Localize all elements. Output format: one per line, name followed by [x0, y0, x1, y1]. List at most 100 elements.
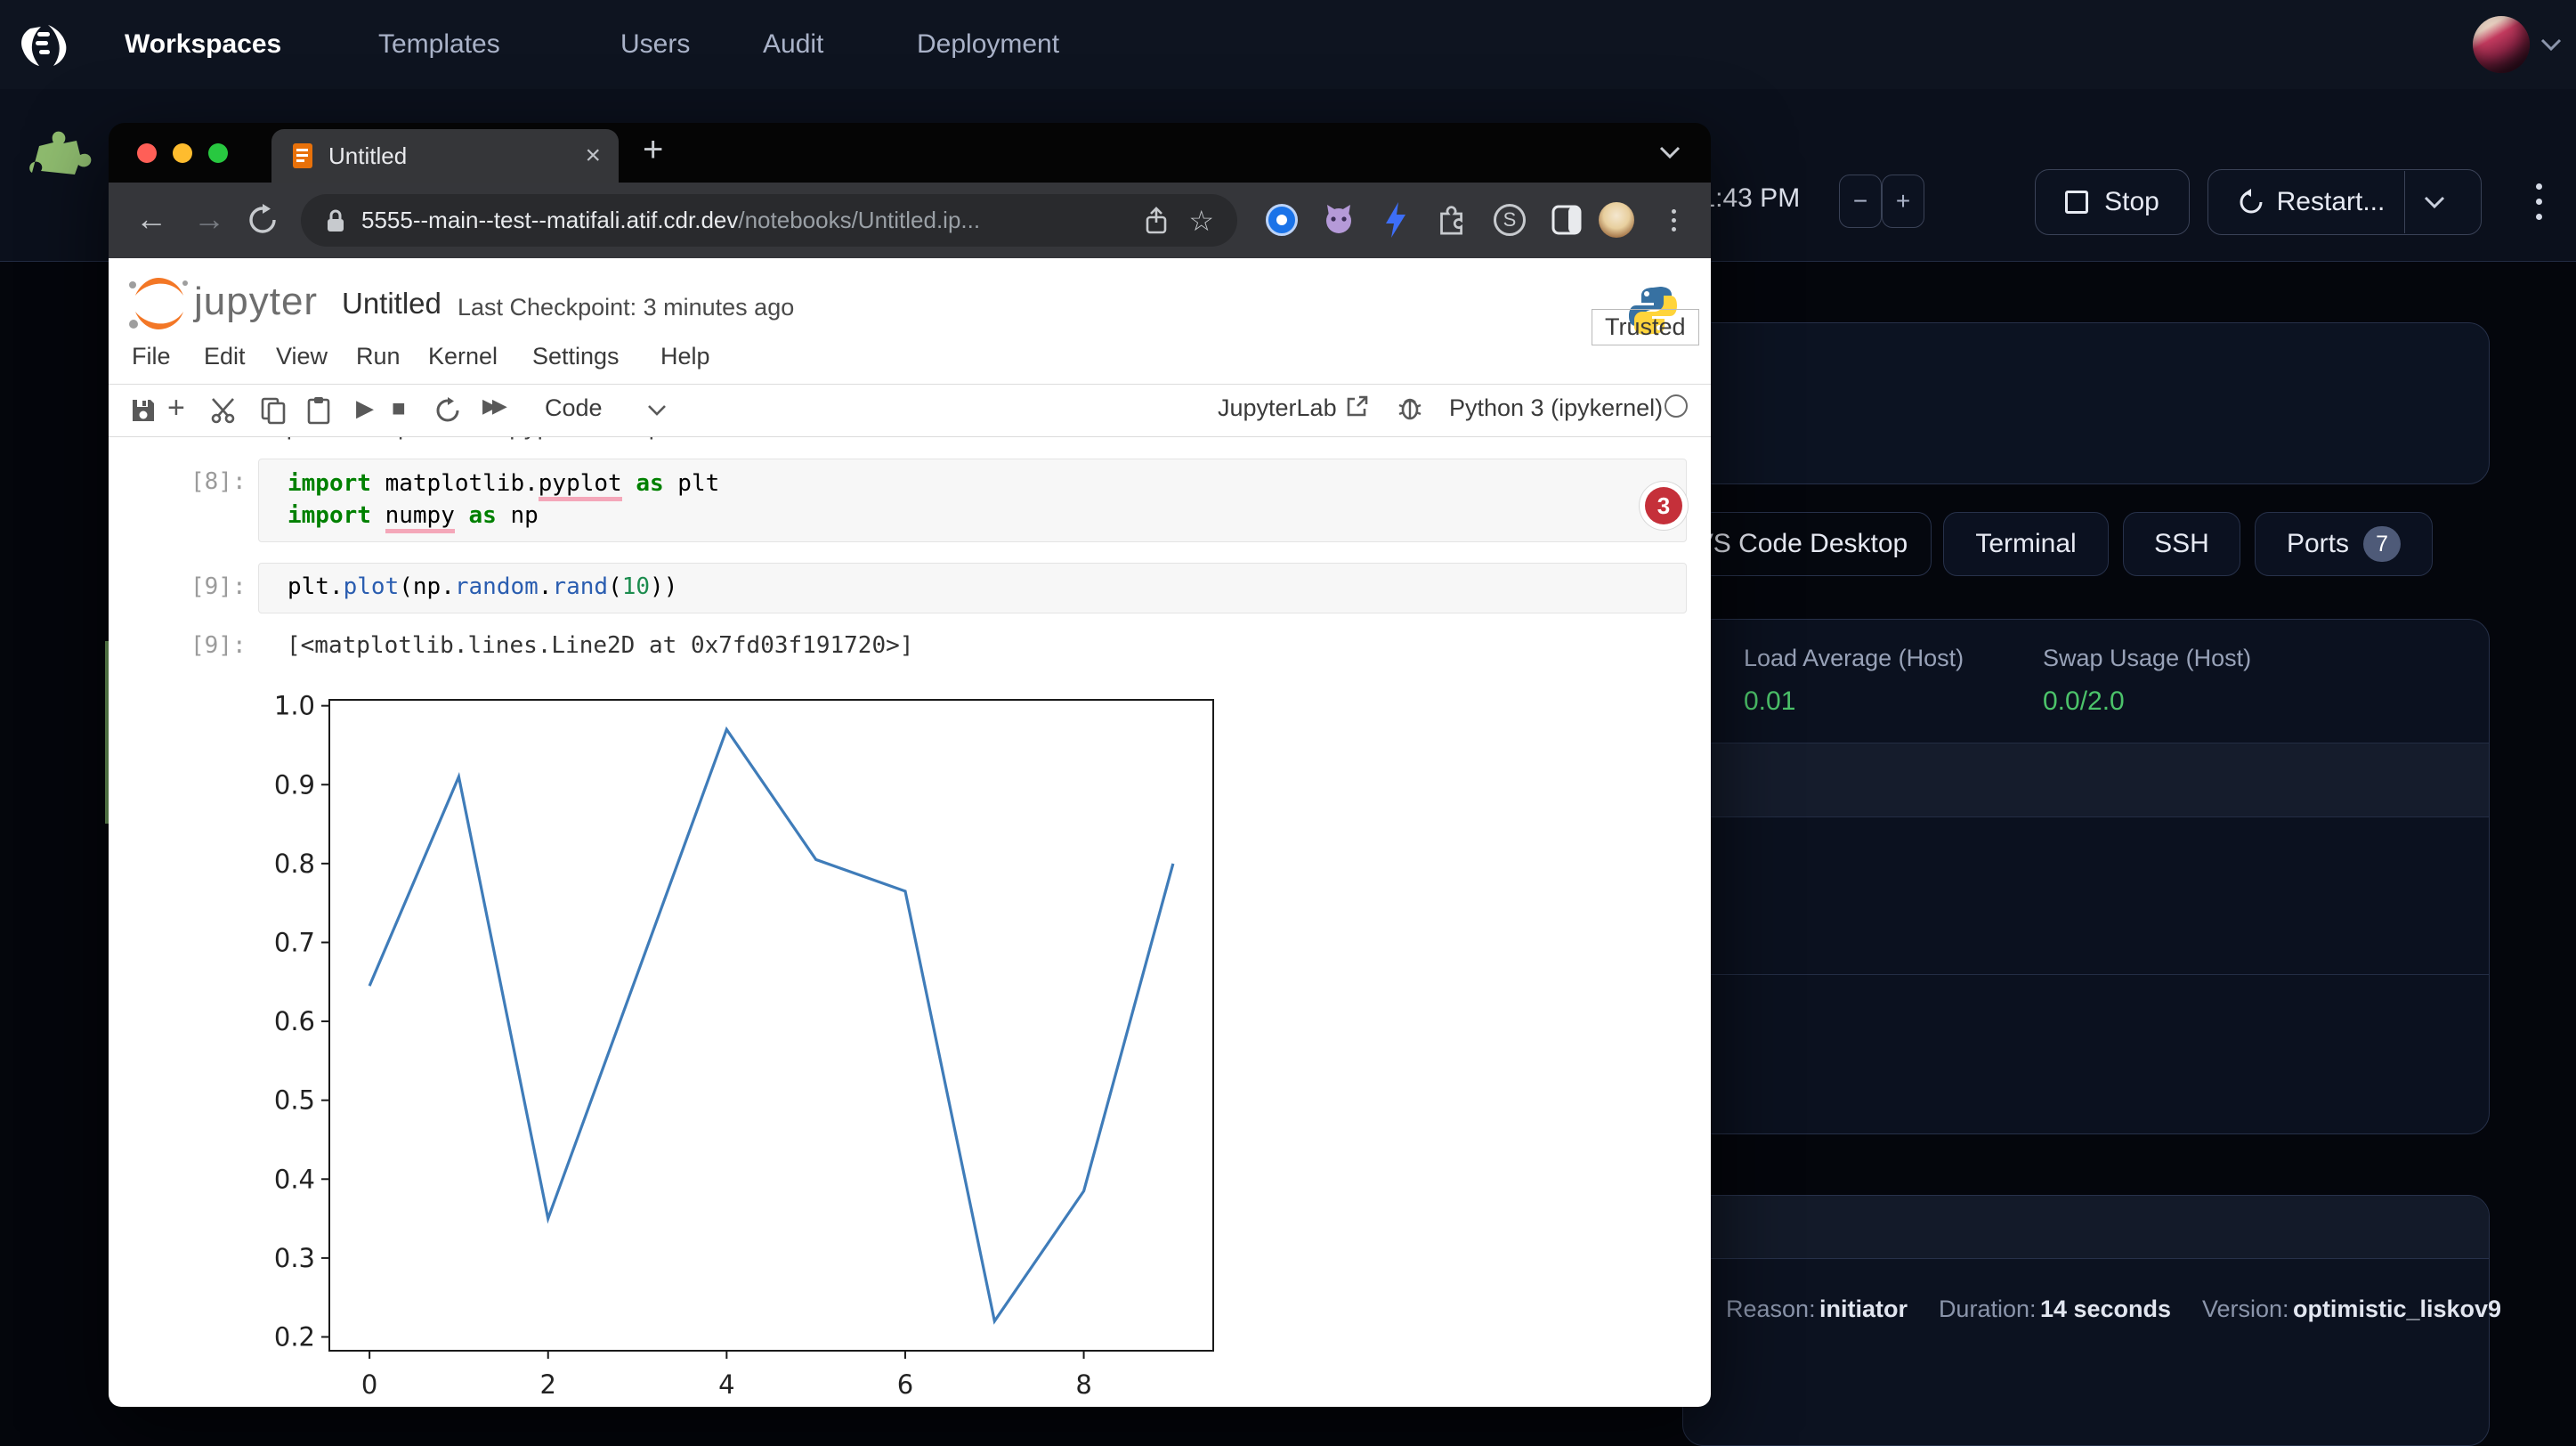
notebook-favicon	[291, 142, 314, 169]
ssh-button[interactable]: SSH	[2123, 512, 2240, 576]
refresh-icon[interactable]	[247, 204, 279, 236]
jupyter-page: jupyter Untitled Last Checkpoint: 3 minu…	[109, 258, 1711, 1407]
browser-kebab-menu-icon[interactable]	[1654, 200, 1693, 240]
sidebar-item-workspaces[interactable]: Workspaces	[125, 0, 281, 89]
restart-icon	[2238, 189, 2264, 215]
sidebar-item-audit[interactable]: Audit	[763, 0, 823, 89]
svg-text:0: 0	[361, 1369, 377, 1400]
onepassword-extension-icon[interactable]	[1262, 200, 1301, 240]
browser-tab-strip: Untitled × +	[109, 123, 1711, 183]
lightning-extension-icon[interactable]	[1376, 200, 1415, 240]
top-nav: Workspaces Templates Users Audit Deploym…	[0, 0, 2576, 89]
menu-run[interactable]: Run	[356, 343, 401, 370]
restart-kernel-icon[interactable]	[434, 397, 461, 424]
profile-avatar-icon[interactable]	[1597, 200, 1636, 240]
menu-kernel[interactable]: Kernel	[428, 343, 498, 370]
zoom-in-button[interactable]: +	[1882, 175, 1924, 228]
jupyter-menubar: File Edit View Run Kernel Settings Help …	[109, 343, 1711, 385]
sidebar-item-templates[interactable]: Templates	[378, 0, 500, 89]
traffic-light-minimize[interactable]	[173, 143, 192, 163]
kebab-menu-icon[interactable]	[2530, 173, 2548, 230]
menu-view[interactable]: View	[276, 343, 328, 370]
debugger-bug-icon[interactable]	[1397, 394, 1422, 421]
s-circle-extension-icon[interactable]: S	[1490, 200, 1529, 240]
chevron-down-icon[interactable]	[2539, 36, 2564, 53]
cut-cell-icon[interactable]	[210, 397, 239, 424]
code-cell-8[interactable]: import matplotlib.pyplot as plt import n…	[258, 459, 1687, 542]
kernel-status-icon	[1665, 394, 1688, 418]
menu-help[interactable]: Help	[660, 343, 710, 370]
tab-search-chevron-icon[interactable]	[1657, 144, 1682, 162]
back-icon[interactable]: ←	[135, 200, 167, 238]
new-tab-button[interactable]: +	[643, 130, 663, 170]
puzzle-piece-extensions-icon[interactable]	[1433, 200, 1472, 240]
checkpoint-status: Last Checkpoint: 3 minutes ago	[458, 294, 794, 321]
jupyter-logo	[125, 276, 192, 331]
restart-menu-chevron-icon[interactable]	[2423, 194, 2446, 210]
svg-text:0.8: 0.8	[274, 849, 315, 879]
url-bar[interactable]: 5555--main--test--matifali.atif.cdr.dev/…	[301, 194, 1237, 247]
svg-text:0.3: 0.3	[274, 1243, 315, 1273]
user-avatar[interactable]	[2473, 16, 2530, 73]
paste-cell-icon[interactable]	[306, 396, 331, 425]
collaborator-count-badge[interactable]: 3	[1640, 482, 1688, 530]
build-info-panel: Reason: initiator Duration: 14 seconds V…	[1682, 1195, 2490, 1446]
stat-swap-usage: Swap Usage (Host) 0.0/2.0	[2043, 645, 2251, 717]
menu-settings[interactable]: Settings	[532, 343, 620, 370]
traffic-light-zoom[interactable]	[208, 143, 228, 163]
svg-text:2: 2	[540, 1369, 556, 1400]
copy-cell-icon[interactable]	[260, 396, 287, 425]
svg-text:1.0: 1.0	[274, 691, 315, 721]
puzzle-extension-icon[interactable]	[23, 126, 94, 180]
lock-icon	[326, 208, 345, 233]
kernel-name[interactable]: Python 3 (ipykernel)	[1449, 394, 1663, 422]
cell-type-select[interactable]: Code	[545, 394, 603, 422]
svg-text:6: 6	[897, 1369, 913, 1400]
menu-edit[interactable]: Edit	[204, 343, 246, 370]
jupyterlab-link[interactable]: JupyterLab	[1218, 394, 1337, 422]
code-cell-9[interactable]: plt.plot(np.random.rand(10))	[258, 563, 1687, 613]
tab-title: Untitled	[328, 142, 407, 170]
restart-button[interactable]: Restart...	[2207, 169, 2482, 235]
ports-button[interactable]: Ports 7	[2255, 512, 2433, 576]
sidebar-item-deployment[interactable]: Deployment	[917, 0, 1059, 89]
trusted-button[interactable]: Trusted	[1592, 309, 1699, 345]
restart-split-divider	[2404, 171, 2405, 233]
restart-run-all-icon[interactable]: ▶▶	[482, 394, 502, 418]
build-info-header	[1683, 1196, 2489, 1259]
cell-prompt: [9]:	[190, 573, 247, 600]
zoom-out-button[interactable]: −	[1839, 175, 1882, 228]
reader-square-extension-icon[interactable]	[1547, 200, 1586, 240]
menu-file[interactable]: File	[132, 343, 171, 370]
workspace-stats-panel: Load Average (Host) 0.01 Swap Usage (Hos…	[1682, 619, 2490, 1134]
matplotlib-figure: 0.20.30.40.50.60.70.80.91.002468	[249, 682, 1246, 1407]
output-prompt: [9]:	[190, 632, 247, 659]
github-cat-extension-icon[interactable]	[1319, 200, 1358, 240]
coder-logo[interactable]	[18, 21, 69, 69]
save-icon[interactable]	[130, 397, 157, 424]
traffic-light-close[interactable]	[137, 143, 157, 163]
stop-kernel-icon[interactable]: ■	[392, 394, 406, 422]
table-row[interactable]	[1683, 743, 2489, 816]
svg-text:0.7: 0.7	[274, 927, 315, 957]
jupyter-brand: jupyter	[194, 280, 318, 324]
svg-text:0.2: 0.2	[274, 1321, 315, 1352]
bookmark-star-icon[interactable]: ☆	[1188, 204, 1214, 238]
external-link-icon[interactable]	[1346, 394, 1369, 418]
add-cell-icon[interactable]: +	[167, 391, 185, 426]
share-icon[interactable]	[1144, 207, 1169, 235]
stop-icon	[2065, 191, 2088, 214]
url-text: 5555--main--test--matifali.atif.cdr.dev/…	[361, 207, 980, 234]
stop-button[interactable]: Stop	[2035, 169, 2190, 235]
run-cell-icon[interactable]: ▶	[356, 394, 374, 422]
terminal-button[interactable]: Terminal	[1943, 512, 2109, 576]
forward-icon[interactable]: →	[193, 200, 225, 238]
cell-type-chevron-icon[interactable]	[646, 403, 668, 418]
browser-tab-untitled[interactable]: Untitled ×	[271, 129, 619, 183]
sidebar-item-users[interactable]: Users	[620, 0, 690, 89]
svg-text:0.5: 0.5	[274, 1085, 315, 1116]
svg-text:0.6: 0.6	[274, 1006, 315, 1036]
notebook-title[interactable]: Untitled	[342, 287, 441, 321]
svg-text:0.9: 0.9	[274, 769, 315, 800]
tab-close-icon[interactable]: ×	[585, 141, 601, 171]
